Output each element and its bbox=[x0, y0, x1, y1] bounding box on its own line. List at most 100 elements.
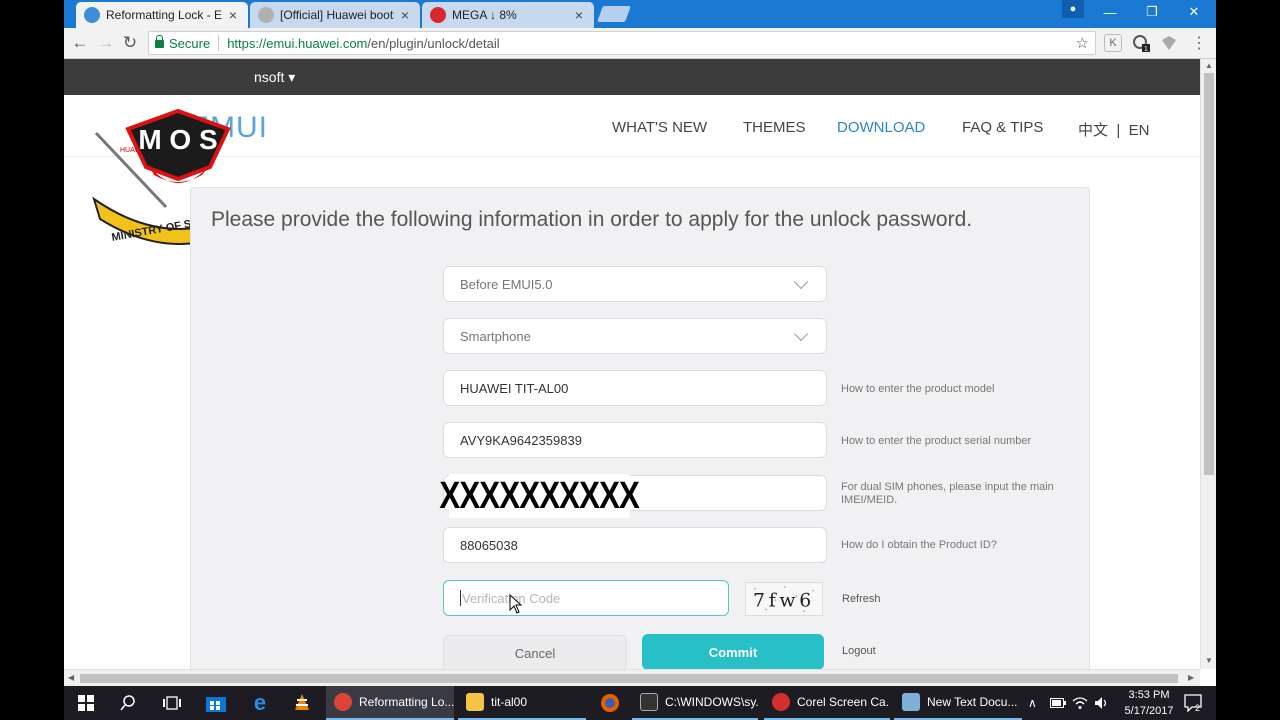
captcha-image: 7fw6 bbox=[745, 582, 823, 616]
text-caret bbox=[460, 590, 461, 606]
mega-favicon bbox=[430, 7, 446, 23]
new-tab-button[interactable] bbox=[597, 6, 631, 22]
product-id-field[interactable]: 88065038 bbox=[443, 527, 827, 563]
horizontal-scrollbar[interactable]: ◀ ▶ bbox=[64, 669, 1200, 686]
chevron-down-icon bbox=[793, 326, 809, 342]
imei-redaction-overlay: XXXXXXXXXX bbox=[439, 474, 640, 518]
form-intro: Please provide the following information… bbox=[211, 208, 973, 231]
task-view-icon[interactable] bbox=[156, 690, 188, 716]
action-center-icon[interactable]: 2 bbox=[1184, 686, 1204, 720]
serial-number-hint-link[interactable]: How to enter the product serial number bbox=[841, 435, 1031, 448]
volume-icon[interactable] bbox=[1094, 686, 1110, 720]
taskbar-app-label: Corel Screen Ca... bbox=[797, 695, 890, 709]
lock-icon bbox=[155, 35, 164, 48]
tab-strip: Reformatting Lock - EMU × [Official] Hua… bbox=[64, 0, 1216, 28]
refresh-captcha-link[interactable]: Refresh bbox=[842, 593, 881, 605]
restore-button[interactable]: ❐ bbox=[1132, 0, 1172, 24]
minimize-button[interactable]: — bbox=[1090, 0, 1130, 24]
commit-button[interactable]: Commit bbox=[642, 634, 824, 669]
close-window-button[interactable]: ✕ bbox=[1174, 0, 1214, 24]
store-icon[interactable] bbox=[200, 690, 232, 716]
emui-version-select[interactable]: Before EMUI5.0 bbox=[443, 266, 827, 302]
taskbar-app-label: C:\WINDOWS\sy... bbox=[665, 695, 758, 709]
chrome-icon bbox=[334, 693, 352, 711]
vlc-icon[interactable] bbox=[286, 690, 318, 716]
close-tab-icon[interactable]: × bbox=[398, 7, 412, 23]
tab-reformatting-lock[interactable]: Reformatting Lock - EMU × bbox=[76, 2, 248, 28]
vertical-scroll-thumb[interactable] bbox=[1204, 73, 1214, 475]
device-type-select[interactable]: Smartphone bbox=[443, 318, 827, 354]
cmd-icon bbox=[640, 693, 658, 711]
verification-code-input[interactable]: Verification Code bbox=[443, 580, 729, 616]
svg-text:2: 2 bbox=[1195, 703, 1200, 712]
user-icon[interactable]: ● bbox=[1062, 0, 1084, 18]
imei-hint-line1: For dual SIM phones, please input the ma… bbox=[841, 481, 1054, 493]
taskbar-app-cmd[interactable]: C:\WINDOWS\sy... bbox=[632, 686, 758, 720]
close-tab-icon[interactable]: × bbox=[226, 7, 240, 23]
scroll-up-arrow-icon[interactable]: ▲ bbox=[1205, 61, 1213, 70]
serial-number-field[interactable]: AVY9KA9642359839 bbox=[443, 422, 827, 458]
bookmark-star-icon[interactable]: ☆ bbox=[1076, 34, 1089, 52]
tab-huawei-bootloader[interactable]: [Official] Huawei bootlo × bbox=[250, 2, 420, 28]
imei-hint-line2: IMEI/MEID. bbox=[841, 494, 898, 506]
vertical-scrollbar[interactable]: ▲ ▼ bbox=[1200, 59, 1216, 669]
serial-number-value: AVY9KA9642359839 bbox=[460, 432, 582, 448]
record-icon bbox=[772, 693, 790, 711]
url-path: /en/plugin/unlock/detail bbox=[367, 35, 500, 51]
taskbar-app-label: New Text Docu... bbox=[927, 695, 1018, 709]
language-switch[interactable]: 中文 | EN bbox=[1078, 119, 1149, 140]
taskbar-app-notepad[interactable]: New Text Docu... bbox=[894, 686, 1022, 720]
nav-faq-tips[interactable]: FAQ & TIPS bbox=[962, 119, 1043, 136]
cancel-button[interactable]: Cancel bbox=[443, 635, 627, 669]
forward-arrow-icon[interactable]: → bbox=[94, 31, 118, 55]
windows-taskbar: e Reformatting Lo... tit-al00 C:\WINDOWS… bbox=[64, 686, 1216, 720]
logout-link[interactable]: Logout bbox=[842, 645, 876, 657]
reload-icon[interactable]: ↻ bbox=[118, 31, 142, 55]
device-type-value: Smartphone bbox=[460, 328, 531, 344]
windows-start-icon[interactable] bbox=[70, 690, 102, 716]
horizontal-scroll-thumb[interactable] bbox=[80, 674, 1178, 683]
nav-download[interactable]: DOWNLOAD bbox=[837, 119, 925, 136]
url-host: https://emui.huawei.com bbox=[227, 35, 368, 51]
taskbar-app-chrome[interactable]: Reformatting Lo... bbox=[326, 686, 454, 720]
wifi-icon[interactable] bbox=[1072, 686, 1088, 720]
taskbar-app-label: Reformatting Lo... bbox=[359, 695, 454, 709]
tab-label: [Official] Huawei bootlo bbox=[280, 8, 394, 22]
extension-shield-icon[interactable] bbox=[1160, 34, 1178, 52]
nav-whats-new[interactable]: WHAT'S NEW bbox=[612, 119, 707, 136]
extension-k-icon[interactable]: K bbox=[1104, 34, 1122, 52]
huawei-favicon bbox=[258, 7, 274, 23]
address-bar[interactable]: Secure https://emui.huawei.com /en/plugi… bbox=[148, 31, 1096, 55]
tab-mega[interactable]: MEGA ↓ 8% × bbox=[422, 2, 594, 28]
back-arrow-icon[interactable]: ← bbox=[68, 31, 92, 55]
page-viewport: nsoft ▾ HUAWEI EMUI WHAT'S NEW THEMES DO… bbox=[64, 59, 1200, 669]
product-id-hint-link[interactable]: How do I obtain the Product ID? bbox=[841, 539, 997, 552]
extension-cast-icon[interactable]: 1 bbox=[1132, 34, 1150, 52]
taskbar-app-corel[interactable]: Corel Screen Ca... bbox=[764, 686, 890, 720]
taskbar-app-folder[interactable]: tit-al00 bbox=[458, 686, 586, 720]
scroll-left-arrow-icon[interactable]: ◀ bbox=[68, 673, 74, 682]
unlock-form-card: Please provide the following information… bbox=[190, 187, 1090, 669]
nav-themes[interactable]: THEMES bbox=[743, 119, 806, 136]
taskbar-clock[interactable]: 3:53 PM 5/17/2017 bbox=[1114, 687, 1184, 719]
emui-favicon bbox=[84, 7, 100, 23]
clock-time: 3:53 PM bbox=[1128, 689, 1170, 701]
product-model-field[interactable]: HUAWEI TIT-AL00 bbox=[443, 370, 827, 406]
scroll-right-arrow-icon[interactable]: ▶ bbox=[1188, 673, 1194, 682]
product-model-hint-link[interactable]: How to enter the product model bbox=[841, 383, 994, 396]
search-icon[interactable] bbox=[112, 690, 144, 716]
emui-version-value: Before EMUI5.0 bbox=[460, 276, 553, 292]
huaweisoft-dropdown[interactable]: nsoft ▾ bbox=[254, 69, 295, 86]
menu-dots-icon[interactable]: ⋮ bbox=[1190, 34, 1208, 52]
svg-text:M O S: M O S bbox=[138, 124, 217, 155]
firefox-icon[interactable] bbox=[594, 690, 626, 716]
product-id-value: 88065038 bbox=[460, 537, 518, 553]
scroll-down-arrow-icon[interactable]: ▼ bbox=[1205, 656, 1213, 665]
browser-toolbar: ← → ↻ Secure https://emui.huawei.com /en… bbox=[64, 28, 1216, 59]
close-tab-icon[interactable]: × bbox=[572, 7, 586, 23]
show-hidden-icons-chevron-icon[interactable]: ∧ bbox=[1028, 686, 1037, 720]
omnibox-divider bbox=[218, 35, 220, 51]
chevron-down-icon bbox=[793, 274, 809, 290]
edge-icon[interactable]: e bbox=[244, 690, 276, 716]
battery-icon[interactable] bbox=[1050, 686, 1066, 720]
